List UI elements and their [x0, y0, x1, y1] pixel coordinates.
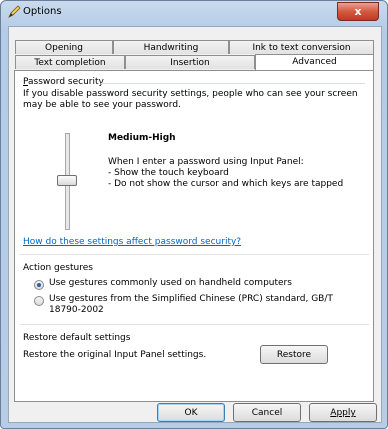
section-divider [19, 254, 369, 255]
cancel-button[interactable]: Cancel [233, 403, 301, 422]
tab-text-completion[interactable]: Text completion [15, 55, 125, 69]
password-security-help-link[interactable]: How do these settings affect password se… [23, 237, 241, 247]
security-level-desc-3: - Do not show the cursor and which keys … [108, 179, 344, 189]
pen-icon [8, 5, 21, 18]
tab-handwriting[interactable]: Handwriting [113, 40, 229, 54]
advanced-tab-panel: Password security If you disable passwor… [14, 70, 374, 402]
security-level-name: Medium-High [108, 133, 176, 143]
close-button[interactable]: x [337, 2, 379, 21]
gesture-prc-radio[interactable] [34, 296, 44, 306]
action-gestures-label: Action gestures [23, 263, 93, 273]
restore-description: Restore the original Input Panel setting… [23, 350, 207, 360]
dialog-body: Opening Handwriting Ink to text conversi… [8, 26, 382, 423]
apply-button[interactable]: Apply [309, 403, 377, 422]
gesture-handheld-label[interactable]: Use gestures commonly used on handheld c… [49, 278, 292, 289]
tab-ink-to-text[interactable]: Ink to text conversion [229, 40, 374, 54]
gesture-prc-label-line2[interactable]: 18790-2002 [49, 305, 104, 316]
close-icon: x [354, 5, 362, 18]
password-security-description: If you disable password security setting… [23, 89, 358, 110]
tab-advanced[interactable]: Advanced [255, 54, 374, 70]
security-level-slider-thumb[interactable] [57, 175, 77, 186]
tab-opening[interactable]: Opening [15, 40, 113, 54]
restore-button-label: Restore [276, 350, 312, 360]
apply-button-label: Apply [330, 408, 356, 418]
group-divider [101, 83, 365, 84]
options-dialog: Options x Opening Handwriting Ink to tex… [0, 0, 388, 429]
ok-button[interactable]: OK [157, 403, 225, 422]
tab-insertion[interactable]: Insertion [125, 55, 255, 69]
password-security-label: Password security [23, 77, 104, 87]
restore-button[interactable]: Restore [260, 345, 328, 364]
gesture-handheld-radio[interactable] [34, 280, 44, 290]
gesture-prc-label-line1[interactable]: Use gestures from the Simplified Chinese… [49, 294, 333, 305]
security-level-desc-1: When I enter a password using Input Pane… [108, 157, 304, 167]
window-title: Options [23, 6, 62, 17]
security-level-desc-2: - Show the touch keyboard [108, 168, 229, 178]
section-divider [19, 324, 369, 325]
title-bar: Options x [1, 1, 387, 25]
restore-defaults-label: Restore default settings [23, 333, 131, 343]
